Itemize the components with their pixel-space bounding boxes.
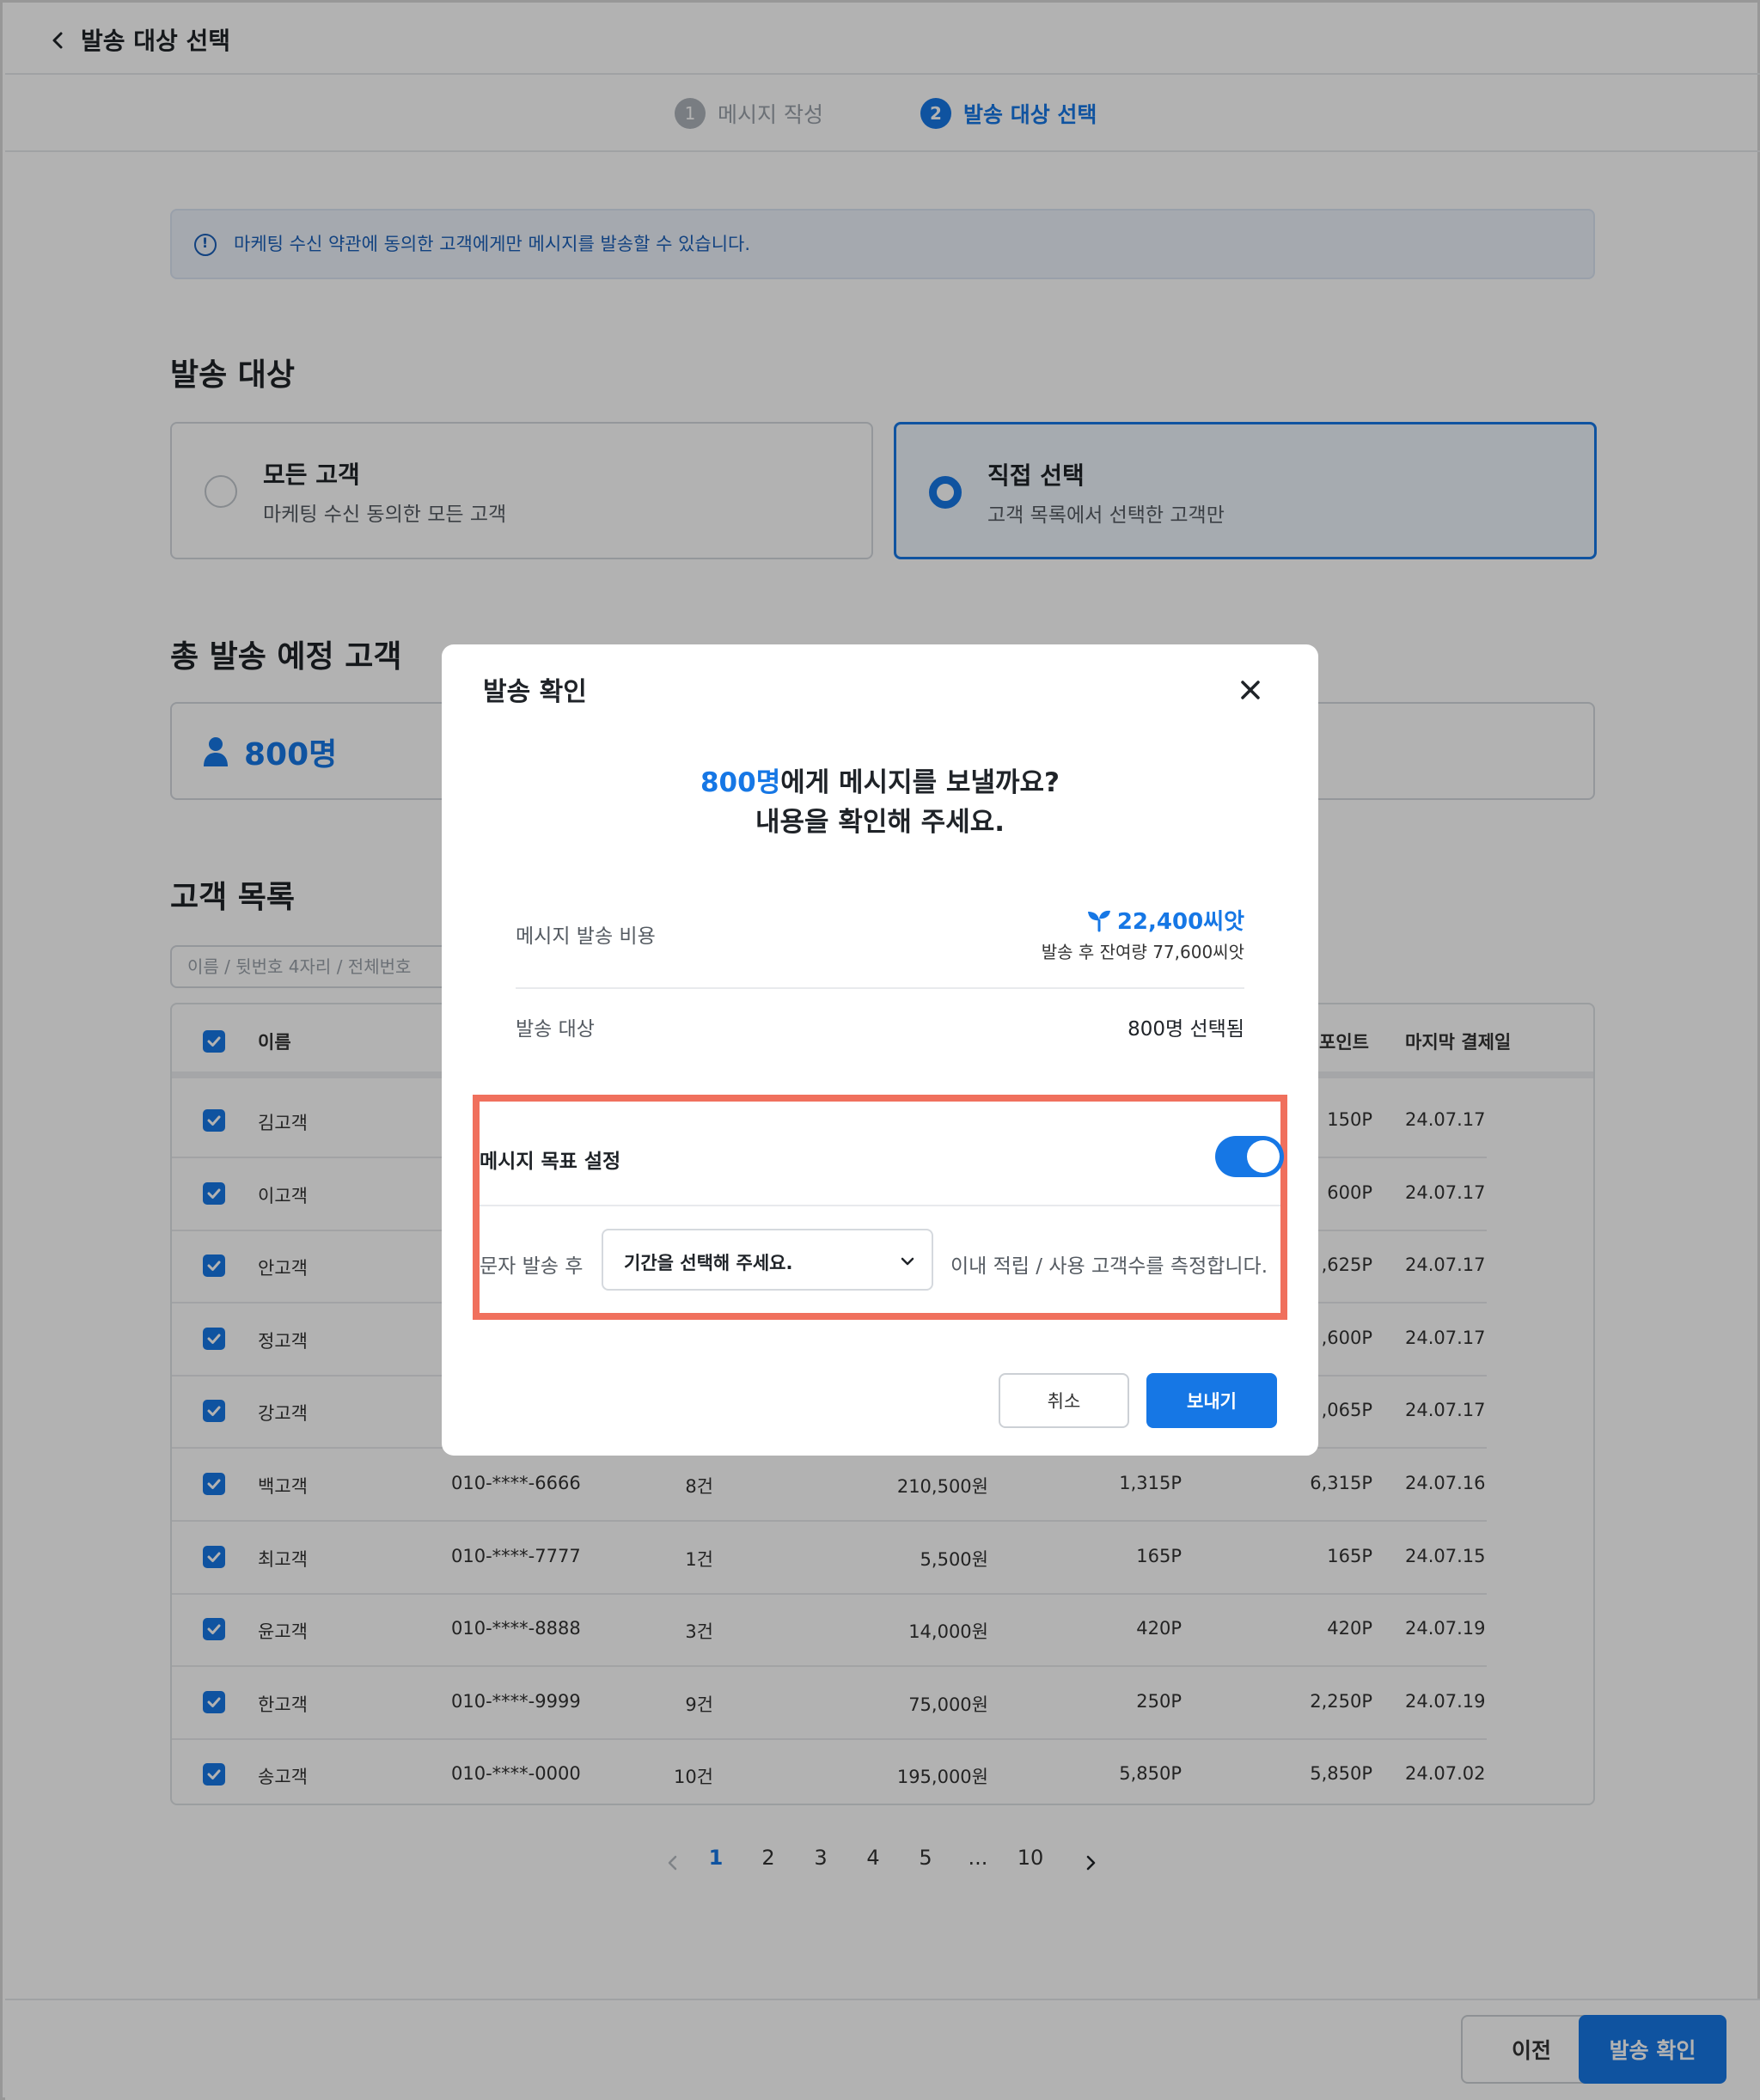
period-select[interactable]: 기간을 선택해 주세요. xyxy=(602,1229,933,1291)
divider xyxy=(480,1205,1280,1206)
headline-line-1: 800명에게 메시지를 보낼까요? xyxy=(442,763,1318,803)
cost-value: 22,400씨앗 xyxy=(1086,904,1244,936)
dialog-headline: 800명에게 메시지를 보낼까요? 내용을 확인해 주세요. xyxy=(442,763,1318,842)
target-label: 발송 대상 xyxy=(516,1018,595,1041)
headline-line-2: 내용을 확인해 주세요. xyxy=(755,807,1005,838)
cancel-button[interactable]: 취소 xyxy=(999,1373,1129,1428)
goal-title: 메시지 목표 설정 xyxy=(480,1151,621,1173)
seed-sprout-icon xyxy=(1087,910,1110,931)
goal-prefix-text: 문자 발송 후 xyxy=(480,1255,584,1278)
send-confirm-dialog: 발송 확인 800명에게 메시지를 보낼까요? 내용을 확인해 주세요. 메시지… xyxy=(442,644,1318,1456)
goal-toggle[interactable] xyxy=(1215,1136,1284,1177)
remaining-balance: 발송 후 잔여량 77,600씨앗 xyxy=(1041,942,1244,962)
period-select-placeholder: 기간을 선택해 주세요. xyxy=(624,1253,793,1273)
message-goal-setting: 메시지 목표 설정 문자 발송 후 기간을 선택해 주세요. 이내 적립 / 사… xyxy=(473,1095,1287,1320)
close-icon[interactable] xyxy=(1238,677,1263,703)
toggle-knob xyxy=(1247,1140,1280,1173)
chevron-down-icon xyxy=(901,1257,914,1266)
goal-suffix-text: 이내 적립 / 사용 고객수를 측정합니다. xyxy=(950,1255,1268,1278)
dialog-title: 발송 확인 xyxy=(483,677,587,707)
target-value: 800명 선택됨 xyxy=(1128,1018,1244,1041)
headline-count: 800명 xyxy=(700,767,781,798)
send-button[interactable]: 보내기 xyxy=(1146,1373,1277,1428)
cost-amount: 22,400씨앗 xyxy=(1116,909,1244,935)
cost-label: 메시지 발송 비용 xyxy=(516,925,656,948)
divider xyxy=(516,987,1244,989)
headline-question: 에게 메시지를 보낼까요? xyxy=(780,767,1060,798)
